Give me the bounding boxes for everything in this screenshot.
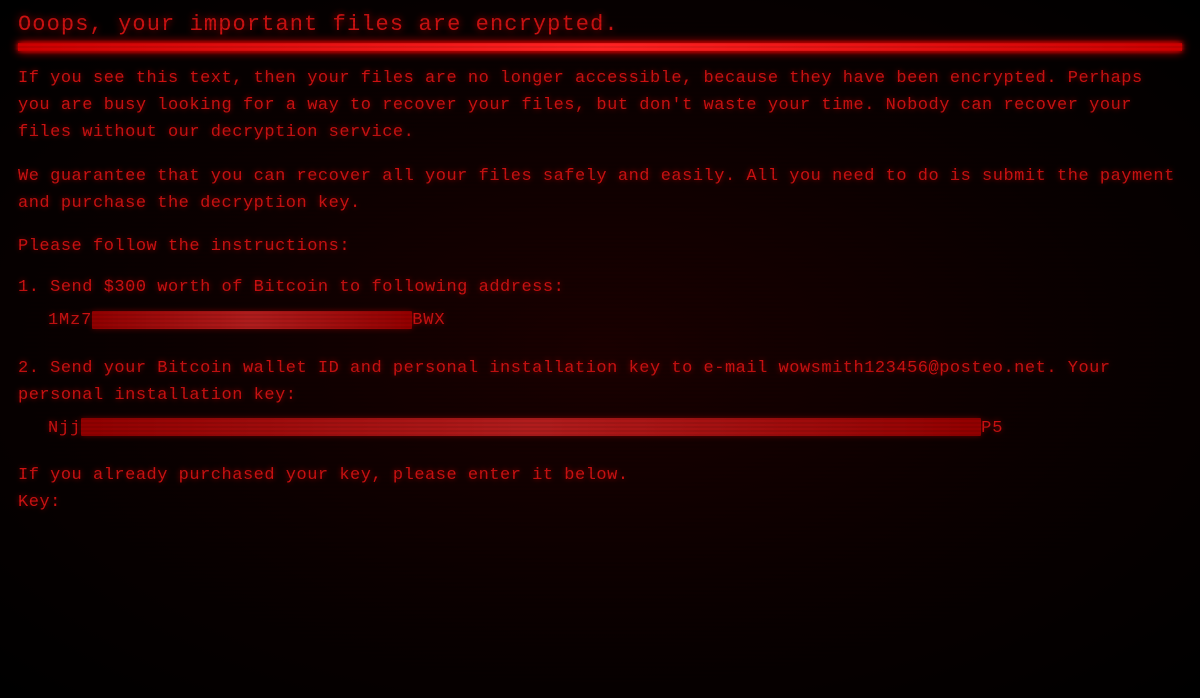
instructions-header: Please follow the instructions: — [18, 233, 1182, 260]
bitcoin-address: 1Mz7 BWX — [48, 307, 1182, 334]
btc-prefix: 1Mz7 — [48, 311, 92, 330]
step-1: 1. Send $300 worth of Bitcoin to followi… — [18, 274, 1182, 334]
title: Ooops, your important files are encrypte… — [18, 12, 1182, 37]
red-divider — [18, 43, 1182, 51]
paragraph-2: We guarantee that you can recover all yo… — [18, 163, 1182, 217]
instructions-header-text: Please follow the instructions: — [18, 237, 350, 256]
btc-suffix: BWX — [412, 311, 445, 330]
ransomware-screen: Ooops, your important files are encrypte… — [0, 0, 1200, 698]
key-redacted — [81, 418, 981, 436]
key-label: Key: — [18, 489, 1182, 516]
key-suffix: P5 — [981, 419, 1003, 438]
paragraph-1: If you see this text, then your files ar… — [18, 65, 1182, 147]
step-1-label: 1. Send $300 worth of Bitcoin to followi… — [18, 278, 564, 297]
key-input-section: If you already purchased your key, pleas… — [18, 462, 1182, 516]
paragraph-1-text: If you see this text, then your files ar… — [18, 69, 1143, 142]
step-2: 2. Send your Bitcoin wallet ID and perso… — [18, 355, 1182, 443]
btc-redacted — [92, 311, 412, 329]
key-prefix: Njj — [48, 419, 81, 438]
footer-line: If you already purchased your key, pleas… — [18, 462, 1182, 489]
paragraph-2-text: We guarantee that you can recover all yo… — [18, 167, 1175, 213]
step-2-label: 2. Send your Bitcoin wallet ID and perso… — [18, 359, 1111, 405]
main-content: If you see this text, then your files ar… — [18, 65, 1182, 516]
personal-key-line: Njj P5 — [48, 415, 1182, 442]
